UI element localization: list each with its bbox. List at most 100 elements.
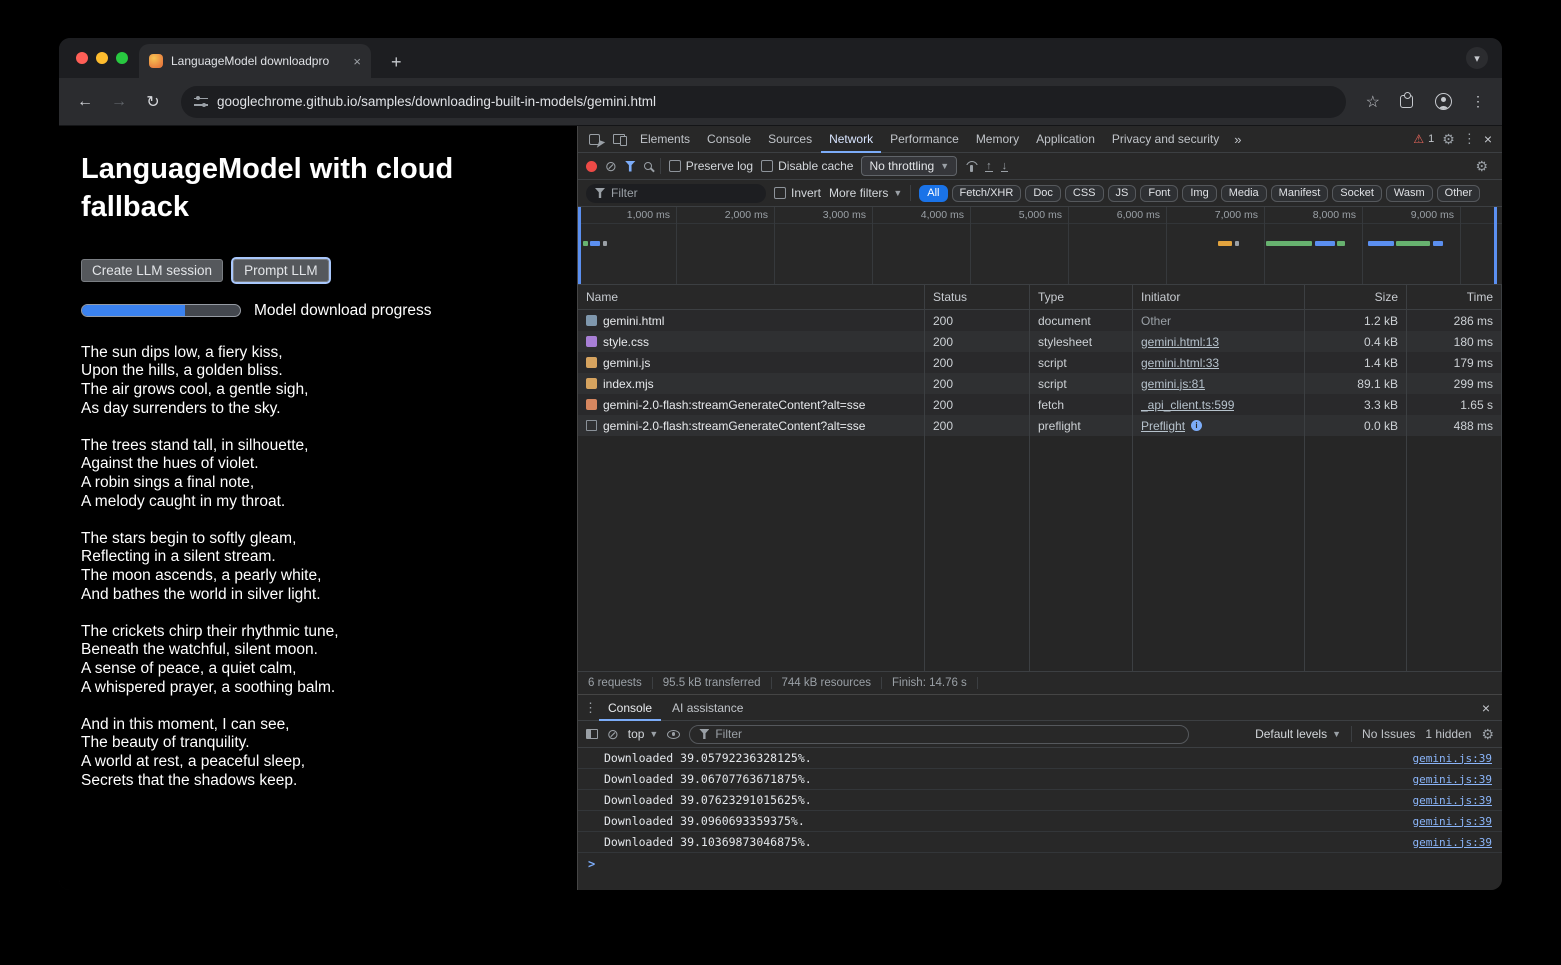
minimize-window-button[interactable] bbox=[96, 52, 108, 64]
column-header-initiator[interactable]: Initiator bbox=[1133, 285, 1305, 309]
column-header-name[interactable]: Name bbox=[578, 285, 925, 309]
request-initiator-link[interactable]: Preflight bbox=[1141, 419, 1185, 433]
warning-triangle-icon[interactable]: ⚠ bbox=[1413, 132, 1424, 146]
request-initiator-link[interactable]: gemini.html:13 bbox=[1141, 335, 1219, 349]
request-initiator-link[interactable]: _api_client.ts:599 bbox=[1141, 398, 1234, 412]
more-tabs-icon[interactable]: » bbox=[1228, 132, 1247, 147]
new-tab-button[interactable]: + bbox=[385, 53, 408, 71]
import-har-icon[interactable]: ↑ bbox=[985, 161, 993, 172]
request-initiator-link[interactable]: gemini.html:33 bbox=[1141, 356, 1219, 370]
browser-menu-icon[interactable]: ⋮ bbox=[1466, 93, 1490, 110]
devtools-menu-icon[interactable]: ⋮ bbox=[1463, 131, 1476, 147]
close-window-button[interactable] bbox=[76, 52, 88, 64]
filter-funnel-icon[interactable] bbox=[625, 161, 636, 172]
filter-chip-other[interactable]: Other bbox=[1437, 185, 1481, 202]
tab-application[interactable]: Application bbox=[1028, 126, 1103, 153]
filter-chip-css[interactable]: CSS bbox=[1065, 185, 1104, 202]
prompt-llm-button[interactable]: Prompt LLM bbox=[233, 259, 329, 282]
devtools-close-icon[interactable]: × bbox=[1484, 131, 1492, 147]
column-header-size[interactable]: Size bbox=[1305, 285, 1407, 309]
network-filter-input[interactable]: Filter bbox=[586, 184, 766, 203]
preserve-log-toggle[interactable]: Preserve log bbox=[669, 159, 753, 173]
overview-selection-right[interactable] bbox=[1494, 207, 1497, 284]
hidden-messages-count[interactable]: 1 hidden bbox=[1425, 727, 1471, 741]
drawer-tab-ai-assistance[interactable]: AI assistance bbox=[663, 695, 752, 721]
console-sidebar-icon[interactable] bbox=[586, 729, 598, 739]
tab-performance[interactable]: Performance bbox=[882, 126, 967, 153]
clear-icon[interactable]: ⊘ bbox=[605, 159, 617, 173]
console-source-link[interactable]: gemini.js:39 bbox=[1413, 815, 1492, 828]
tab-console[interactable]: Console bbox=[699, 126, 759, 153]
tab-sources[interactable]: Sources bbox=[760, 126, 820, 153]
drawer-tab-console[interactable]: Console bbox=[599, 695, 661, 721]
invert-checkbox[interactable] bbox=[774, 187, 786, 199]
filter-chip-media[interactable]: Media bbox=[1221, 185, 1267, 202]
network-request-row[interactable]: gemini-2.0-flash:streamGenerateContent?a… bbox=[578, 394, 1502, 415]
network-request-row[interactable]: index.mjs 200 script gemini.js:81 89.1 k… bbox=[578, 373, 1502, 394]
network-request-row[interactable]: gemini-2.0-flash:streamGenerateContent?a… bbox=[578, 415, 1502, 436]
live-expression-eye-icon[interactable] bbox=[667, 730, 680, 739]
throttling-select[interactable]: No throttling ▼ bbox=[861, 156, 957, 176]
network-request-row[interactable]: gemini.js 200 script gemini.html:33 1.4 … bbox=[578, 352, 1502, 373]
console-source-link[interactable]: gemini.js:39 bbox=[1413, 752, 1492, 765]
network-overview[interactable]: 1,000 ms2,000 ms3,000 ms4,000 ms5,000 ms… bbox=[578, 207, 1502, 285]
tab-memory[interactable]: Memory bbox=[968, 126, 1027, 153]
issues-status[interactable]: No Issues bbox=[1362, 727, 1415, 741]
record-icon[interactable] bbox=[586, 161, 597, 172]
filter-chip-socket[interactable]: Socket bbox=[1332, 185, 1382, 202]
console-source-link[interactable]: gemini.js:39 bbox=[1413, 836, 1492, 849]
more-filters-button[interactable]: More filters ▼ bbox=[829, 186, 902, 200]
browser-tab[interactable]: LanguageModel downloadpro × bbox=[139, 44, 371, 78]
reload-button[interactable]: ↻ bbox=[139, 88, 167, 116]
preserve-log-checkbox[interactable] bbox=[669, 160, 681, 172]
back-button[interactable]: ← bbox=[71, 88, 99, 116]
filter-chip-manifest[interactable]: Manifest bbox=[1271, 185, 1329, 202]
inspect-element-icon[interactable] bbox=[582, 128, 606, 150]
extensions-icon[interactable] bbox=[1400, 95, 1413, 108]
console-context-select[interactable]: top ▼ bbox=[628, 727, 659, 741]
filter-chip-doc[interactable]: Doc bbox=[1025, 185, 1061, 202]
zoom-window-button[interactable] bbox=[116, 52, 128, 64]
console-source-link[interactable]: gemini.js:39 bbox=[1413, 794, 1492, 807]
network-request-row[interactable]: style.css 200 stylesheet gemini.html:13 … bbox=[578, 331, 1502, 352]
address-bar[interactable]: googlechrome.github.io/samples/downloadi… bbox=[181, 86, 1346, 118]
export-har-icon[interactable]: ↓ bbox=[1001, 161, 1009, 172]
disable-cache-toggle[interactable]: Disable cache bbox=[761, 159, 853, 173]
network-conditions-icon[interactable] bbox=[965, 161, 977, 172]
console-source-link[interactable]: gemini.js:39 bbox=[1413, 773, 1492, 786]
network-settings-icon[interactable]: ⚙ bbox=[1475, 158, 1488, 175]
filter-chip-js[interactable]: JS bbox=[1108, 185, 1137, 202]
tab-network[interactable]: Network bbox=[821, 126, 881, 153]
tab-search-button[interactable]: ▾ bbox=[1466, 47, 1488, 69]
tab-privacy-security[interactable]: Privacy and security bbox=[1104, 126, 1227, 153]
bookmark-star-icon[interactable]: ☆ bbox=[1360, 92, 1386, 112]
tab-elements[interactable]: Elements bbox=[632, 126, 698, 153]
preflight-info-icon[interactable]: i bbox=[1191, 420, 1202, 431]
default-levels-select[interactable]: Default levels ▼ bbox=[1255, 727, 1341, 741]
filter-chip-wasm[interactable]: Wasm bbox=[1386, 185, 1433, 202]
overview-selection-left[interactable] bbox=[578, 207, 581, 284]
console-prompt[interactable]: > bbox=[578, 853, 1502, 874]
disable-cache-checkbox[interactable] bbox=[761, 160, 773, 172]
clear-console-icon[interactable]: ⊘ bbox=[607, 727, 619, 741]
site-info-icon[interactable] bbox=[194, 96, 208, 107]
invert-toggle[interactable]: Invert bbox=[774, 186, 821, 200]
network-request-row[interactable]: gemini.html 200 document Other 1.2 kB 28… bbox=[578, 310, 1502, 331]
profile-avatar-icon[interactable] bbox=[1435, 93, 1452, 110]
tab-close-icon[interactable]: × bbox=[351, 54, 363, 69]
filter-chip-fetch-xhr[interactable]: Fetch/XHR bbox=[952, 185, 1022, 202]
column-header-status[interactable]: Status bbox=[925, 285, 1030, 309]
forward-button[interactable]: → bbox=[105, 88, 133, 116]
drawer-close-icon[interactable]: × bbox=[1482, 700, 1490, 716]
filter-chip-all[interactable]: All bbox=[919, 185, 947, 202]
request-initiator-link[interactable]: gemini.js:81 bbox=[1141, 377, 1205, 391]
create-llm-session-button[interactable]: Create LLM session bbox=[81, 259, 223, 282]
console-settings-icon[interactable]: ⚙ bbox=[1481, 726, 1494, 743]
drawer-menu-icon[interactable]: ⋮ bbox=[584, 700, 597, 716]
filter-chip-font[interactable]: Font bbox=[1140, 185, 1178, 202]
device-toolbar-icon[interactable] bbox=[607, 128, 631, 150]
console-filter-input[interactable]: Filter bbox=[689, 725, 1189, 744]
column-header-time[interactable]: Time bbox=[1407, 285, 1502, 309]
devtools-settings-icon[interactable]: ⚙ bbox=[1442, 131, 1455, 148]
filter-chip-img[interactable]: Img bbox=[1182, 185, 1216, 202]
